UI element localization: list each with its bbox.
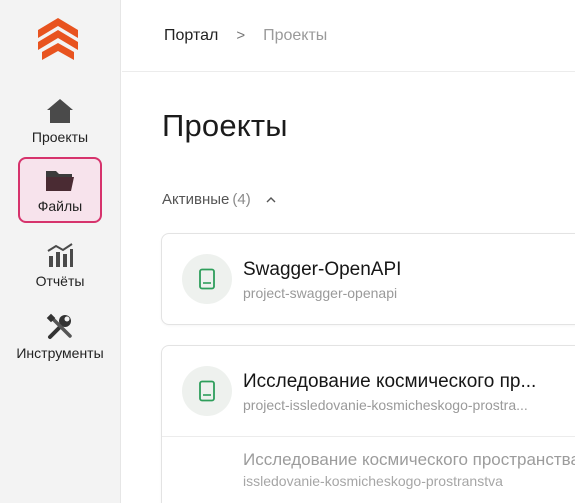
section-label: Активные: [162, 191, 230, 208]
sidebar-item-files[interactable]: Файлы: [18, 157, 102, 223]
page-title: Проекты: [162, 108, 288, 143]
project-avatar: [182, 366, 232, 416]
folder-icon: [45, 165, 75, 195]
breadcrumb-separator: >: [236, 27, 246, 44]
sidebar-item-label: Файлы: [37, 198, 83, 214]
project-title[interactable]: Swagger-OpenAPI: [243, 259, 401, 281]
project-card[interactable]: Swagger-OpenAPI project-swagger-openapi: [161, 233, 575, 325]
tools-icon: [45, 312, 75, 342]
home-icon: [45, 96, 75, 126]
sidebar-item-label: Проекты: [31, 129, 89, 145]
project-title[interactable]: Исследование космического пр...: [243, 371, 536, 393]
breadcrumb: Портал > Проекты: [122, 0, 575, 72]
card-divider: [162, 436, 575, 437]
subproject-slug: issledovanie-kosmicheskogo-prostranstva: [243, 473, 503, 489]
project-avatar: [182, 254, 232, 304]
breadcrumb-portal-link[interactable]: Портал: [164, 27, 218, 45]
project-card[interactable]: Исследование космического пр... project-…: [161, 345, 575, 503]
sidebar-item-label: Отчёты: [35, 273, 85, 289]
project-slug: project-issledovanie-kosmicheskogo-prost…: [243, 397, 528, 413]
project-slug: project-swagger-openapi: [243, 285, 398, 301]
sidebar-item-reports[interactable]: Отчёты: [18, 234, 102, 298]
book-icon: [199, 380, 215, 402]
sidebar-item-tools[interactable]: Инструменты: [16, 306, 104, 370]
chart-icon: [45, 240, 75, 270]
book-icon: [199, 268, 215, 290]
chevron-up-icon: [266, 196, 276, 202]
subproject-title[interactable]: Исследование космического пространства: [243, 450, 575, 470]
sidebar-item-label: Инструменты: [16, 345, 104, 361]
company-logo[interactable]: [34, 16, 82, 62]
sidebar: Проекты Файлы Отчёты Инструменты: [0, 0, 121, 503]
breadcrumb-current: Проекты: [263, 26, 328, 44]
section-toggle-active[interactable]: Активные (4): [162, 191, 277, 208]
section-count: (4): [232, 191, 251, 208]
sidebar-item-projects[interactable]: Проекты: [18, 90, 102, 154]
